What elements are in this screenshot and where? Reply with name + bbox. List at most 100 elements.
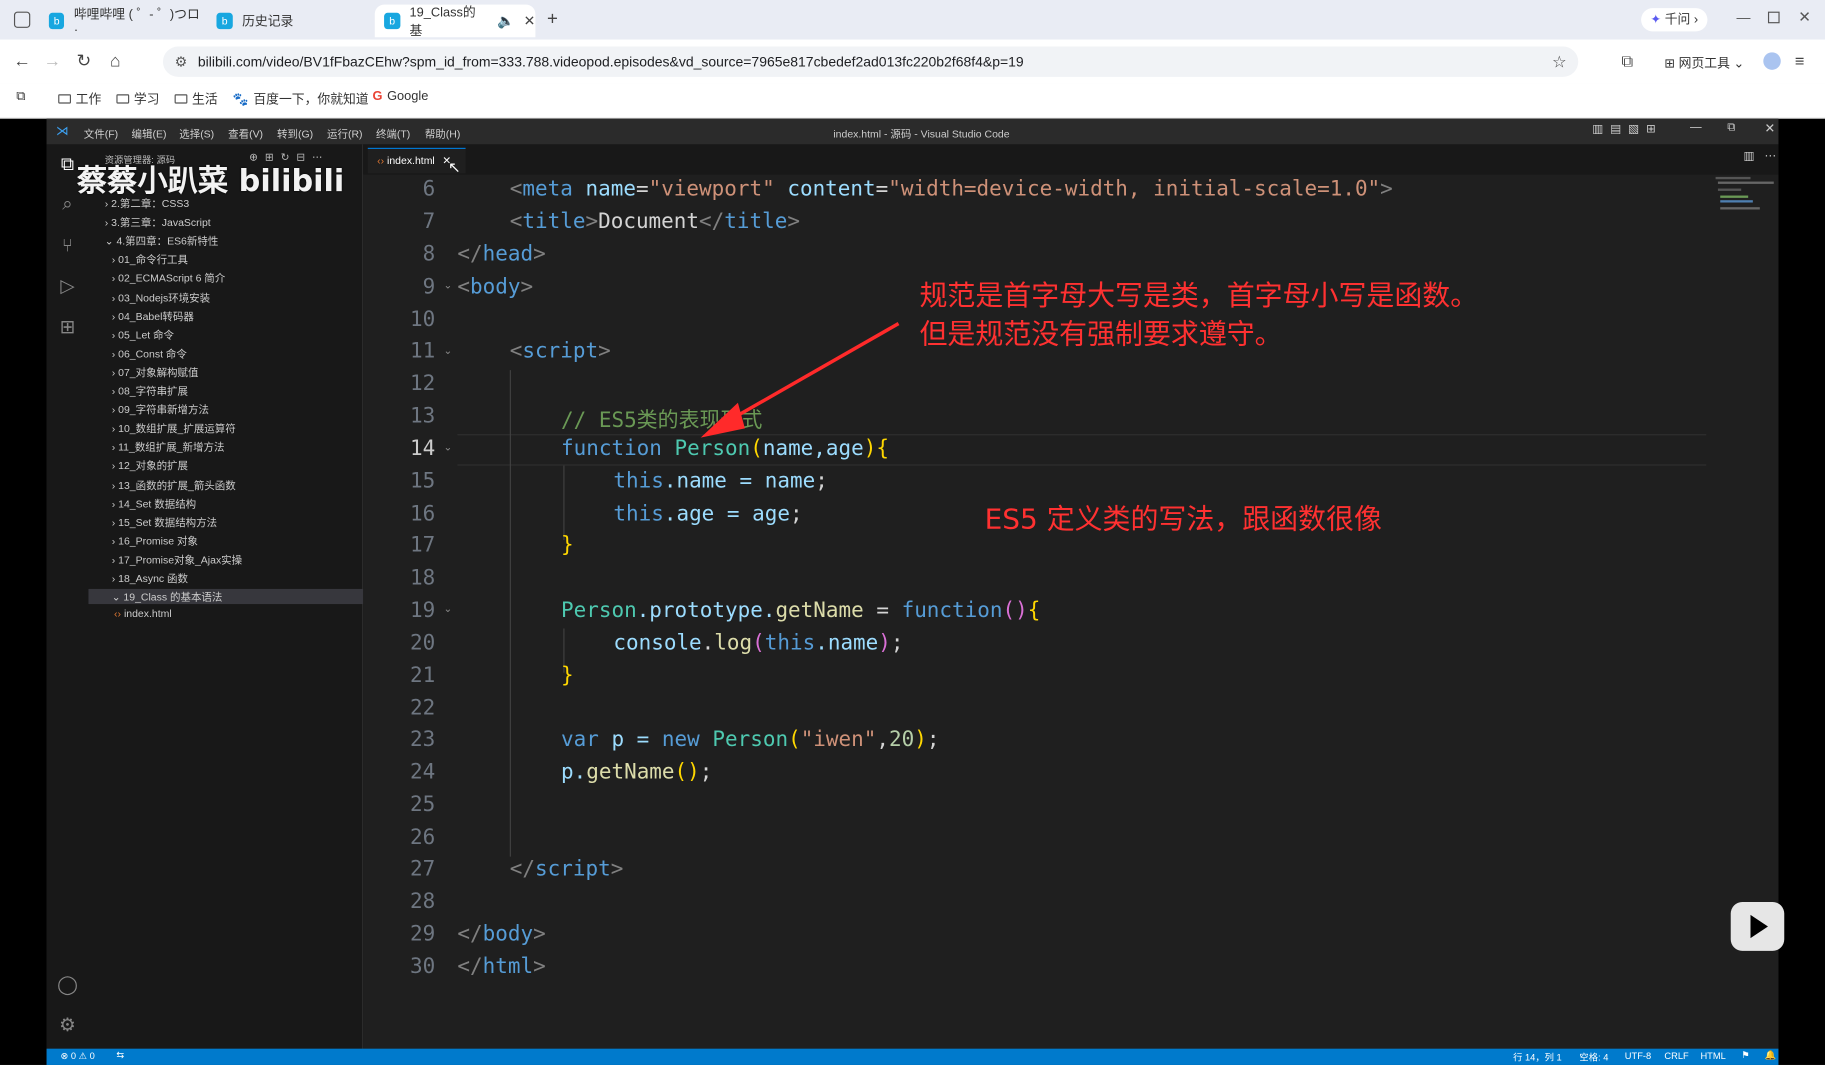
menu-selection[interactable]: 选择(S) — [179, 126, 214, 141]
tree-item[interactable]: › 09_字符串新增方法 — [112, 402, 209, 417]
fold-chevron-icon[interactable]: ⌄ — [443, 279, 452, 292]
tree-item[interactable]: › 13_函数的扩展_箭头函数 — [112, 477, 236, 492]
line-number: 9 — [422, 274, 436, 300]
run-debug-icon[interactable]: ▷ — [56, 276, 79, 299]
tree-item[interactable]: › 14_Set 数据结构 — [112, 495, 196, 510]
line-number: 25 — [410, 792, 436, 818]
split-editor-icon[interactable]: ▥ — [1744, 150, 1755, 163]
menu-file[interactable]: 文件(F) — [84, 126, 118, 141]
tree-item[interactable]: › 10_数组扩展_扩展运算符 — [112, 420, 236, 435]
tree-item[interactable]: › 02_ECMAScript 6 简介 — [112, 270, 226, 285]
language-mode[interactable]: HTML — [1700, 1051, 1725, 1061]
code-line-23: var p = new Person("iwen",20); — [560, 727, 940, 752]
tree-item[interactable]: › 11_数组扩展_新增方法 — [112, 439, 225, 454]
browser-tab-active[interactable]: b 19_Class的基 🔈 ✕ — [374, 4, 536, 38]
fold-chevron-icon[interactable]: ⌄ — [443, 441, 452, 454]
html-file-icon: ‹› — [377, 154, 385, 167]
fold-chevron-icon[interactable]: ⌄ — [443, 603, 452, 616]
folder-icon — [116, 94, 130, 104]
avatar[interactable] — [1763, 52, 1781, 70]
fold-chevron-icon[interactable]: ⌄ — [443, 345, 452, 358]
bookmark-google[interactable]: G Google — [372, 90, 428, 104]
live-share-icon[interactable]: ⇆ — [116, 1050, 124, 1060]
line-number: 29 — [410, 921, 436, 947]
tree-item[interactable]: › 01_命令行工具 — [112, 252, 188, 267]
site-info-icon[interactable]: ⚙ — [175, 47, 188, 77]
reload-button[interactable]: ↻ — [73, 51, 94, 72]
tree-item[interactable]: › 18_Async 函数 — [112, 570, 188, 585]
notifications-icon[interactable]: 🔔 — [1764, 1050, 1776, 1060]
feedback-icon[interactable]: ⚑ — [1741, 1050, 1749, 1060]
menu-terminal[interactable]: 终端(T) — [376, 126, 410, 141]
indentation[interactable]: 空格: 4 — [1579, 1051, 1608, 1064]
minimap[interactable] — [1709, 175, 1779, 245]
close-tab-icon[interactable]: ✕ — [524, 13, 536, 29]
tree-item[interactable]: › 05_Let 命令 — [112, 327, 174, 342]
web-tools-button[interactable]: ⊞ 网页工具 ⌄ — [1664, 54, 1744, 73]
tree-item[interactable]: › 03_Nodejs环境安装 — [112, 289, 210, 304]
tree-item[interactable]: ⌄ 4.第四章：ES6新特性 — [105, 233, 219, 248]
vscode-restore-button[interactable]: ⧉ — [1727, 121, 1735, 134]
qianwen-button[interactable]: ✦ 千问 › — [1641, 8, 1708, 32]
tree-item[interactable]: › 07_对象解构赋值 — [112, 364, 199, 379]
tree-item[interactable]: › 04_Babel转码器 — [112, 308, 194, 323]
browser-tab-history[interactable]: b 历史记录 — [207, 5, 370, 38]
menu-goto[interactable]: 转到(G) — [277, 126, 313, 141]
menu-view[interactable]: 查看(V) — [228, 126, 263, 141]
cursor-position[interactable]: 行 14，列 1 — [1513, 1051, 1562, 1064]
tree-item[interactable]: › 16_Promise 对象 — [112, 533, 198, 548]
line-number: 14 — [410, 436, 436, 461]
bookmark-study[interactable]: 学习 — [116, 90, 159, 109]
close-window-button[interactable]: ✕ — [1798, 8, 1811, 27]
encoding[interactable]: UTF-8 — [1625, 1051, 1651, 1061]
home-button[interactable]: ⌂ — [105, 51, 126, 72]
annotation-arrow — [700, 322, 900, 438]
source-control-icon[interactable]: ⑂ — [56, 235, 79, 258]
bookmark-star-icon[interactable]: ☆ — [1552, 47, 1567, 77]
line-ending[interactable]: CRLF — [1664, 1051, 1688, 1061]
tree-item[interactable]: › 15_Set 数据结构方法 — [112, 514, 217, 529]
browser-tab-bilibili[interactable]: b 哔哩哔哩 ( ゜- ゜)つロ · — [40, 5, 203, 37]
back-button[interactable]: ← — [12, 51, 33, 72]
line-number: 24 — [410, 760, 436, 785]
code-line-29: </body> — [457, 921, 546, 947]
settings-gear-icon[interactable]: ⚙ — [56, 1015, 79, 1038]
menu-help[interactable]: 帮助(H) — [425, 126, 460, 141]
code-line-8: </head> — [457, 242, 546, 267]
tree-item[interactable]: ⌄ 19_Class 的基本语法 — [88, 589, 364, 605]
speaker-icon[interactable]: 🔈 — [497, 13, 514, 29]
code-line-11: <script> — [509, 338, 611, 364]
tree-item[interactable]: › 08_字符串扩展 — [112, 383, 188, 398]
menu-edit[interactable]: 编辑(E) — [132, 126, 167, 141]
extensions-icon[interactable]: ⊞ — [56, 317, 79, 340]
extensions-icon[interactable]: ⧉ — [1621, 51, 1633, 71]
bilibili-tv-icon[interactable] — [1730, 902, 1785, 951]
menu-run[interactable]: 运行(R) — [327, 126, 362, 141]
menu-icon[interactable]: ≡ — [1795, 51, 1805, 70]
indent-guide — [563, 465, 565, 541]
browser-menu-icon[interactable] — [13, 11, 31, 28]
address-bar[interactable]: ⚙ bilibili.com/video/BV1fFbazCEhw?spm_id_… — [162, 46, 1579, 77]
tree-item[interactable]: › 06_Const 命令 — [112, 345, 187, 360]
explorer-icon[interactable]: ⧉ — [56, 154, 79, 177]
tab-groups-icon[interactable]: ⧉ — [16, 90, 25, 105]
code-line-9: <body> — [457, 274, 534, 300]
layout-controls[interactable]: ▥▤▧⊞ — [1592, 123, 1663, 136]
maximize-button[interactable] — [1767, 11, 1780, 24]
search-icon[interactable]: ⌕ — [56, 193, 79, 216]
tree-item[interactable]: › 3.第三章：JavaScript — [105, 214, 211, 229]
tree-item[interactable]: › 12_对象的扩展 — [112, 458, 188, 473]
tree-item[interactable]: ‹› index.html — [114, 608, 172, 620]
bookmark-work[interactable]: 工作 — [58, 90, 101, 109]
minimize-button[interactable]: — — [1737, 9, 1751, 25]
forward-button[interactable]: → — [42, 51, 63, 72]
vscode-close-button[interactable]: ✕ — [1764, 121, 1775, 136]
bookmark-life[interactable]: 生活 — [174, 90, 218, 109]
more-actions-icon[interactable]: ⋯ — [1764, 150, 1776, 163]
vscode-minimize-button[interactable]: — — [1690, 121, 1702, 134]
new-tab-button[interactable]: + — [547, 9, 558, 30]
bookmark-baidu[interactable]: 🐾 百度一下，你就知道 — [233, 90, 369, 109]
account-icon[interactable]: ◯ — [56, 974, 79, 997]
problems-indicator[interactable]: ⊗ 0 ⚠ 0 — [61, 1051, 95, 1061]
tree-item[interactable]: › 17_Promise对象_Ajax实操 — [112, 552, 242, 567]
